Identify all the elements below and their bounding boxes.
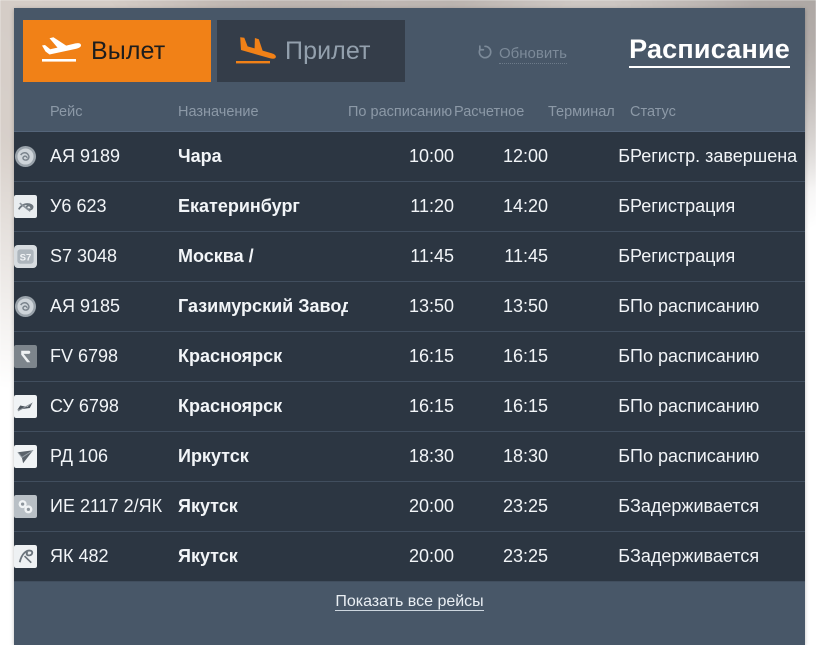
tab-departure-label: Вылет [91, 36, 166, 65]
table-footer: Показать все рейсы [14, 582, 805, 611]
table-row[interactable]: СУ 6798 Красноярск 16:15 16:15 Б По расписани… [14, 381, 805, 432]
status-badge: Задерживается [630, 496, 760, 516]
flight-number: АЯ 9185 [50, 296, 121, 316]
terminal: Б [618, 246, 630, 266]
flight-number: ИЕ 2117 2/ЯК [50, 496, 163, 516]
terminal: Б [618, 196, 630, 216]
estimated-time: 16:15 [502, 396, 548, 416]
estimated-time: 13:50 [502, 296, 548, 316]
table-row[interactable]: FV 6798 Красноярск 16:15 16:15 Б По расписани… [14, 331, 805, 382]
status-badge: Регистрация [630, 246, 736, 266]
table-row[interactable]: АЯ 9189 Чара 10:00 12:00 Б Регистр. завершена [14, 131, 805, 182]
status-badge: По расписанию [630, 446, 760, 466]
column-header-status: Статус [630, 104, 805, 132]
table-row[interactable]: ЯК 482 Якутск 20:00 23:25 Б Задерживается [14, 531, 805, 582]
terminal: Б [618, 496, 630, 516]
estimated-time: 18:30 [502, 446, 548, 466]
plane-takeoff-icon [39, 34, 85, 68]
airline-logo-aeroflot [14, 382, 50, 432]
scheduled-time: 11:45 [410, 246, 454, 266]
scheduled-time: 18:30 [408, 446, 454, 466]
flights-table-header: Рейс Назначение По расписанию Расчетное … [14, 104, 805, 132]
status-badge: Регистр. завершена [630, 146, 798, 166]
flight-number: СУ 6798 [50, 396, 119, 416]
terminal: Б [618, 396, 630, 416]
refresh-label: Обновить [499, 45, 567, 64]
destination: Якутск [178, 496, 238, 516]
column-header-scheduled: По расписанию [348, 104, 454, 132]
refresh-button[interactable]: Обновить [477, 44, 567, 65]
airline-logo-alrosa [14, 432, 50, 482]
destination: Екатеринбург [178, 196, 300, 216]
status-badge: Задерживается [630, 546, 760, 566]
destination: Иркутск [178, 446, 249, 466]
status-badge: По расписанию [630, 296, 760, 316]
header-row: Рейс Назначение По расписанию Расчетное … [14, 104, 805, 132]
status-badge: По расписанию [630, 346, 760, 366]
destination: Красноярск [178, 396, 283, 416]
scheduled-time: 20:00 [408, 496, 454, 516]
flights-table-body: АЯ 9189 Чара 10:00 12:00 Б Регистр. завершена… [14, 131, 805, 582]
airline-logo-yakutia [14, 532, 50, 582]
plane-landing-icon [233, 34, 279, 68]
table-row[interactable]: У6 623 Екатеринбург 11:20 14:20 Б Регистрация [14, 181, 805, 232]
flight-number: РД 106 [50, 446, 109, 466]
terminal: Б [618, 446, 630, 466]
estimated-time: 12:00 [502, 146, 548, 166]
destination: Газимурский Завод [178, 296, 348, 316]
destination: Якутск [178, 546, 238, 566]
airline-logo-ural [14, 182, 50, 232]
table-row[interactable]: АЯ 9185 Газимурский Завод 13:50 13:50 Б По ра… [14, 281, 805, 332]
estimated-time: 16:15 [502, 346, 548, 366]
table-row[interactable]: РД 106 Иркутск 18:30 18:30 Б По расписанию [14, 431, 805, 482]
column-header-flight: Рейс [50, 104, 178, 132]
table-row[interactable]: ИЕ 2117 2/ЯК Якутск 20:00 23:25 Б Задерживает… [14, 481, 805, 532]
estimated-time: 23:25 [502, 496, 548, 516]
scheduled-time: 10:00 [408, 146, 454, 166]
flight-number: S7 3048 [50, 246, 118, 266]
scheduled-time: 16:15 [408, 346, 454, 366]
scheduled-time: 20:00 [408, 546, 454, 566]
tab-arrival-label: Прилет [285, 36, 371, 65]
airline-logo-angara [14, 282, 50, 332]
destination: Москва / [178, 246, 254, 266]
scheduled-time: 11:20 [410, 196, 454, 216]
refresh-icon [477, 44, 493, 65]
terminal: Б [618, 546, 630, 566]
column-header-estimated: Расчетное [454, 104, 548, 132]
terminal: Б [618, 346, 630, 366]
tab-departure[interactable]: Вылет [23, 20, 211, 82]
column-header-destination: Назначение [178, 104, 348, 132]
flight-number: ЯК 482 [50, 546, 109, 566]
schedule-link[interactable]: Расписание [629, 34, 790, 68]
airline-logo-s7: S7 [14, 232, 50, 282]
scheduled-time: 13:50 [408, 296, 454, 316]
flights-table: Рейс Назначение По расписанию Расчетное … [14, 104, 805, 582]
airline-logo-angara [14, 132, 50, 182]
flight-number: У6 623 [50, 196, 107, 216]
status-badge: По расписанию [630, 396, 760, 416]
estimated-time: 23:25 [502, 546, 548, 566]
flight-number: FV 6798 [50, 346, 119, 366]
estimated-time: 11:45 [504, 246, 548, 266]
scheduled-time: 16:15 [408, 396, 454, 416]
table-row[interactable]: S7 S7 3048 Москва / 11:45 11:45 Б Регистрация [14, 231, 805, 282]
terminal: Б [618, 296, 630, 316]
tab-arrival[interactable]: Прилет [217, 20, 405, 82]
destination: Чара [178, 146, 222, 166]
status-badge: Регистрация [630, 196, 736, 216]
airline-logo-izhavia [14, 482, 50, 532]
column-header-terminal: Терминал [548, 104, 630, 132]
flight-board-panel: Вылет Прилет Обновить Расписание Рейс На… [14, 8, 805, 645]
svg-text:S7: S7 [20, 252, 32, 263]
flight-number: АЯ 9189 [50, 146, 121, 166]
column-header-logo [14, 104, 50, 132]
board-toolbar: Вылет Прилет Обновить Расписание [14, 8, 805, 104]
estimated-time: 14:20 [502, 196, 548, 216]
terminal: Б [618, 146, 630, 166]
airline-logo-rossiya [14, 332, 50, 382]
show-all-flights-link[interactable]: Показать все рейсы [335, 593, 484, 611]
destination: Красноярск [178, 346, 283, 366]
